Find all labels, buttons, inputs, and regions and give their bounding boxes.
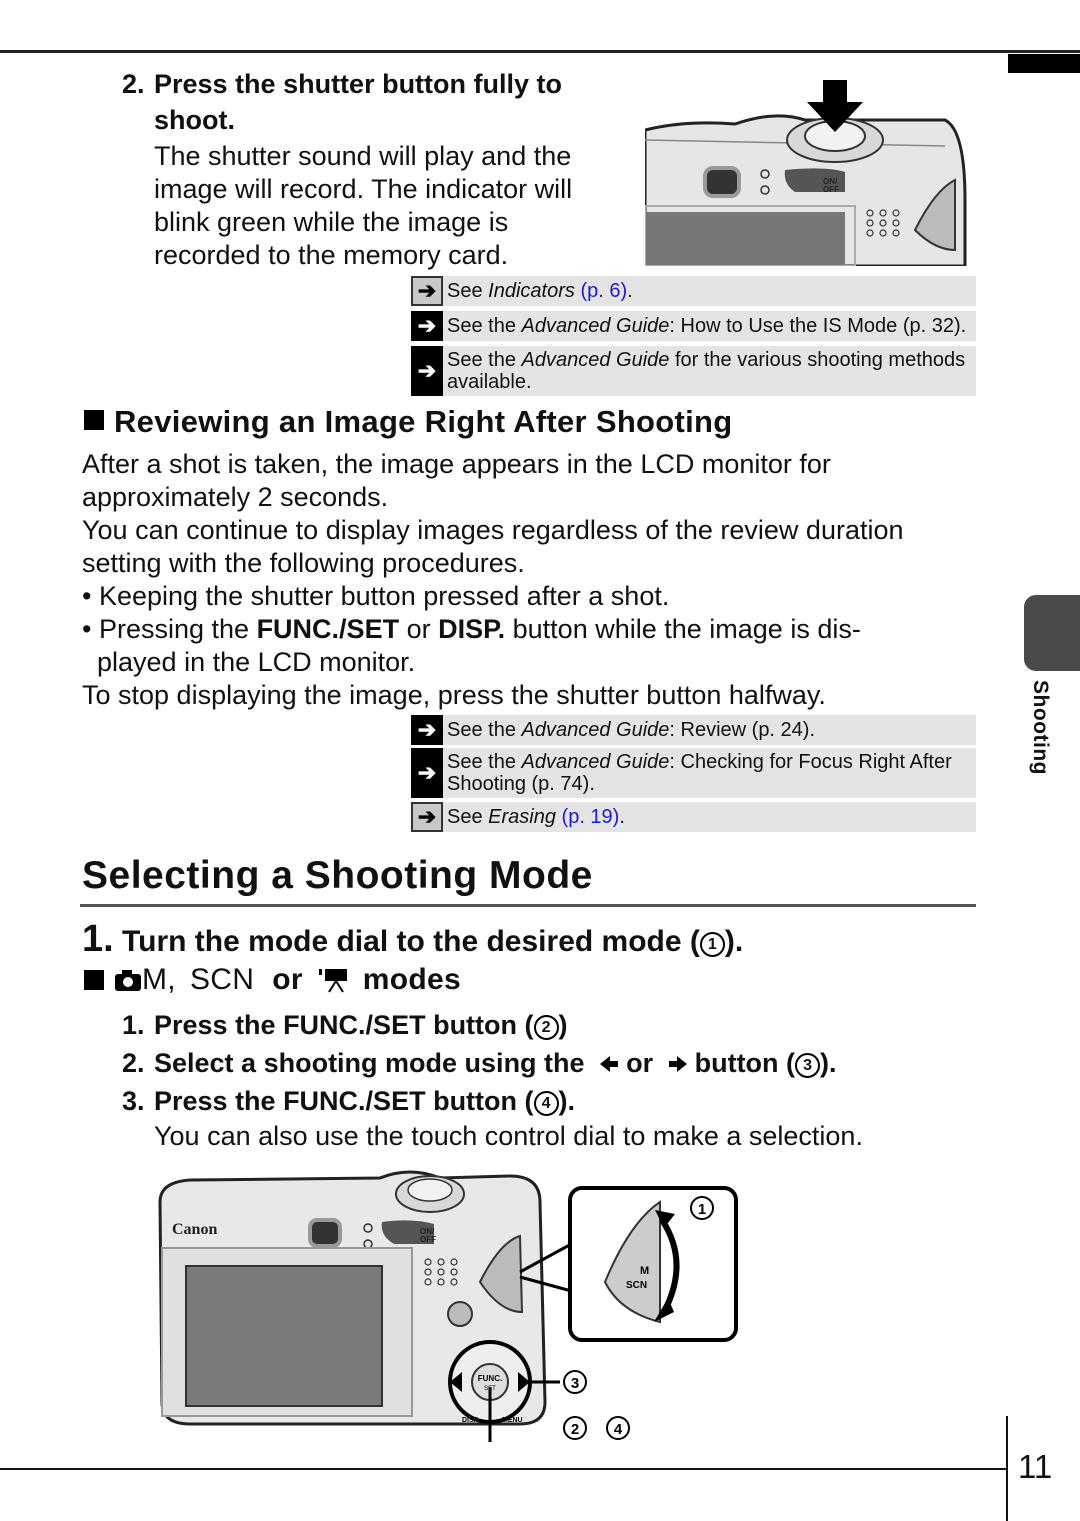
review-body: After a shot is taken, the image appears… — [82, 448, 904, 712]
substep-item: 3. Press the FUNC./SET button (4). — [122, 1086, 576, 1116]
svg-text:2: 2 — [571, 1421, 579, 1438]
svg-text:FUNC.: FUNC. — [478, 1374, 502, 1383]
reference-note: ➔ See the Advanced Guide: How to Use the… — [411, 311, 976, 341]
movie-mode-icon — [318, 969, 347, 993]
svg-text:OFF: OFF — [420, 1235, 436, 1244]
right-arrow-icon — [668, 1056, 687, 1072]
top-rule — [0, 50, 1080, 53]
step1-end: ). — [724, 925, 744, 958]
menu-button: MENU — [502, 1417, 523, 1424]
arrow-right-icon: ➔ — [411, 802, 443, 832]
title-rule — [80, 904, 976, 907]
disp-button: DISP. — [462, 1417, 479, 1424]
bullet-item: • Pressing the FUNC./SET or DISP. button… — [82, 614, 861, 644]
reference-text: See Erasing (p. 19). — [447, 806, 625, 828]
step-number: 1. — [82, 918, 114, 960]
reference-note: ➔ See the Advanced Guide: Review (p. 24)… — [411, 715, 976, 745]
reference-text: See the Advanced Guide: Review (p. 24). — [447, 719, 816, 741]
or-text: or — [272, 963, 303, 996]
substeps-list: 1. Press the FUNC./SET button (2) 2. Selec… — [122, 1006, 837, 1120]
paragraph-line: You can continue to display images regar… — [82, 515, 904, 545]
arrow-right-icon: ➔ — [411, 748, 443, 798]
footer-rule — [0, 1468, 1007, 1470]
section-heading-text: Reviewing an Image Right After Shooting — [114, 404, 733, 439]
mode-scn-label: SCN — [189, 963, 255, 996]
step2-heading-line2: shoot. — [154, 105, 235, 135]
arrow-right-icon: ➔ — [411, 346, 443, 396]
top-tab-marker — [1008, 54, 1080, 73]
svg-text:SCN: SCN — [626, 1280, 647, 1291]
callout-4-icon: 4 — [533, 1091, 559, 1116]
lcd-screen — [185, 1265, 383, 1407]
bullet-item: • Keeping the shutter button pressed aft… — [82, 581, 670, 611]
reference-text: See the Advanced Guide: Checking for Foc… — [447, 751, 952, 795]
step2-body: The shutter sound will play and the imag… — [154, 140, 572, 272]
paragraph-line: approximately 2 seconds. — [82, 482, 389, 512]
square-bullet-icon — [84, 970, 104, 990]
camera-mode-icon — [115, 970, 141, 991]
body-line: blink green while the image is — [154, 207, 509, 237]
body-line: recorded to the memory card. — [154, 240, 509, 270]
reference-note: ➔ See the Advanced Guide: Checking for F… — [411, 748, 976, 798]
modes-text: modes — [362, 963, 461, 996]
viewfinder — [308, 1218, 342, 1248]
paragraph-line: To stop displaying the image, press the … — [82, 680, 826, 710]
left-arrow-icon — [600, 1056, 619, 1072]
reference-text: See the Advanced Guide: How to Use the I… — [447, 315, 967, 337]
page-title: Selecting a Shooting Mode — [82, 854, 593, 897]
callout-1-icon: 1 — [699, 932, 725, 957]
step2-heading: 2. Press the shutter button fully to — [122, 66, 562, 102]
paragraph-line: setting with the following procedures. — [82, 548, 525, 578]
chapter-label: Shooting — [1029, 680, 1052, 775]
camera-shutter-illustration: ON/ OFF — [645, 80, 967, 266]
arrow-right-icon: ➔ — [411, 715, 443, 745]
body-line: image will record. The indicator will — [154, 174, 573, 204]
section-heading: Reviewing an Image Right After Shooting — [84, 404, 733, 440]
page-number: 11 — [1018, 1448, 1053, 1485]
svg-text:4: 4 — [614, 1421, 623, 1438]
selection-note: You can also use the touch control dial … — [154, 1121, 863, 1151]
paragraph-line: After a shot is taken, the image appears… — [82, 449, 831, 479]
step-number: 2. — [122, 69, 145, 99]
callout-2-icon: 2 — [533, 1015, 559, 1040]
reference-note: ➔ See Indicators (p. 6). — [411, 276, 976, 306]
viewfinder — [703, 166, 741, 198]
svg-text:OFF: OFF — [823, 185, 839, 194]
bullet-continuation: played in the LCD monitor. — [97, 647, 416, 677]
chapter-tab[interactable] — [1024, 595, 1080, 671]
page-link[interactable]: (p. 19) — [562, 806, 620, 828]
page-link[interactable]: (p. 6) — [580, 280, 627, 302]
reference-note: ➔ See Erasing (p. 19). — [411, 802, 976, 832]
mode-m-label: M, — [142, 963, 176, 996]
footer-divider — [1006, 1416, 1008, 1521]
reference-text: See Indicators (p. 6). — [447, 280, 633, 302]
svg-text:M: M — [640, 1265, 649, 1277]
camera-back-illustration: Canon ON/ OFF FUNC. SET DISP. MENU 3 2 4… — [158, 1170, 738, 1442]
square-bullet-icon — [84, 410, 104, 430]
reference-note: ➔ See the Advanced Guide for the various… — [411, 346, 976, 396]
brand-logo: Canon — [172, 1221, 217, 1238]
step1-heading: 1. Turn the mode dial to the desired mod… — [82, 918, 743, 961]
arrow-right-icon: ➔ — [411, 311, 443, 341]
modes-heading: M, SCN or modes — [84, 963, 461, 997]
svg-text:1: 1 — [698, 1201, 706, 1218]
step1-text: Turn the mode dial to the desired mode ( — [122, 925, 700, 958]
lcd-screen — [645, 212, 845, 266]
substep-item: 1. Press the FUNC./SET button (2) — [122, 1010, 568, 1040]
substep-item: 2. Select a shooting mode using the or bu… — [122, 1048, 837, 1078]
svg-text:3: 3 — [571, 1375, 579, 1392]
arrow-right-icon: ➔ — [411, 276, 443, 306]
step2-heading-line1: Press the shutter button fully to — [154, 69, 563, 99]
reference-text: See the Advanced Guide for the various s… — [447, 349, 966, 393]
body-line: The shutter sound will play and the — [154, 141, 572, 171]
callout-3-icon: 3 — [795, 1053, 821, 1078]
